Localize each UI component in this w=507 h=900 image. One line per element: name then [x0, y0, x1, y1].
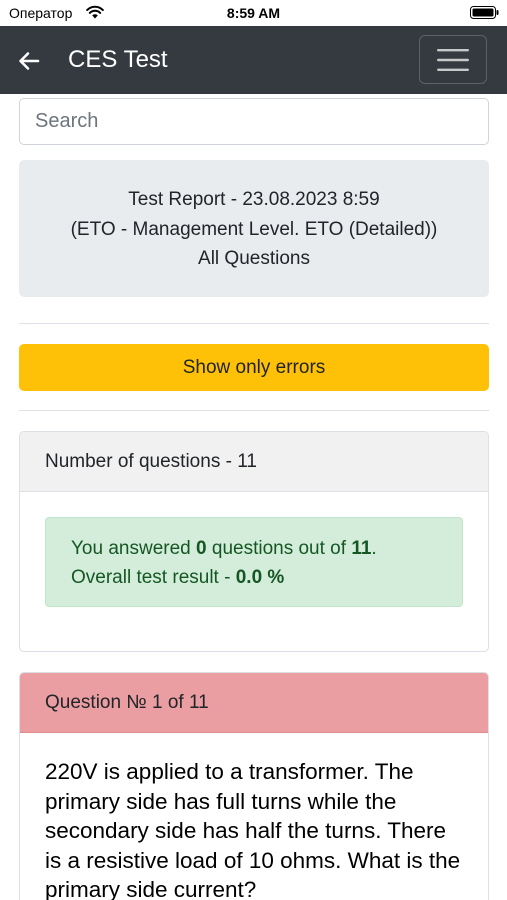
question-card-header: Question № 1 of 11 — [20, 673, 488, 733]
report-title: Test Report - 23.08.2023 8:59 — [128, 189, 380, 210]
show-only-errors-button[interactable]: Show only errors — [19, 344, 489, 391]
clock-time: 8:59 AM — [226, 5, 281, 21]
divider — [19, 410, 489, 411]
top-navbar: CES Test — [0, 26, 507, 94]
report-info-box: Test Report - 23.08.2023 8:59 (ETO - Man… — [19, 160, 489, 297]
arrow-left-icon[interactable] — [18, 50, 40, 72]
divider — [19, 323, 489, 324]
answered-suffix: . — [371, 538, 377, 559]
answered-middle: questions out of — [206, 538, 352, 559]
total-count: 11 — [351, 538, 372, 559]
result-line: Overall test result - 0.0 % — [71, 563, 462, 592]
result-value: 0.0 % — [235, 567, 285, 588]
answered-prefix: You answered — [71, 538, 197, 559]
battery-icon — [470, 6, 499, 19]
report-filter: All Questions — [198, 248, 310, 269]
hamburger-menu-icon — [437, 49, 469, 71]
status-bar: Оператор 8:59 AM — [0, 0, 507, 26]
menu-toggle-button[interactable] — [419, 35, 487, 84]
search-input[interactable] — [19, 98, 489, 145]
question-text: 220V is applied to a transformer. The pr… — [45, 759, 461, 900]
result-prefix: Overall test result - — [71, 567, 236, 588]
report-exam-name: (ETO - Management Level. ETO (Detailed)) — [70, 218, 438, 240]
page-title: CES Test — [68, 46, 168, 73]
answered-line: You answered 0 questions out of 11. — [71, 534, 462, 563]
summary-card: Number of questions - 11 You answered 0 … — [19, 431, 489, 652]
result-alert: You answered 0 questions out of 11. Over… — [45, 517, 463, 607]
summary-card-header: Number of questions - 11 — [20, 432, 488, 492]
answered-count: 0 — [196, 538, 207, 559]
question-card: Question № 1 of 11 220V is applied to a … — [19, 672, 489, 900]
